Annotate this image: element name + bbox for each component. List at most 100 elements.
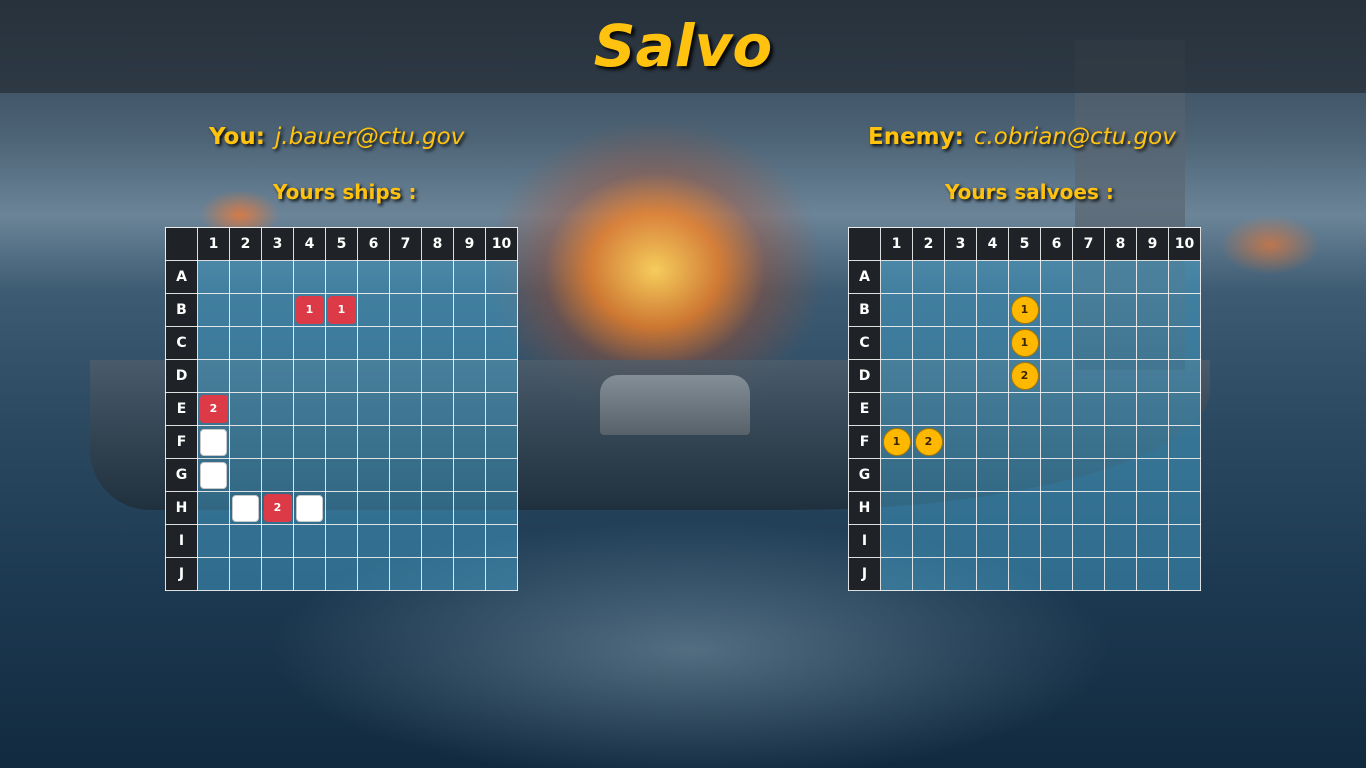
grid-cell-C7[interactable]: [389, 326, 422, 360]
grid-cell-D10[interactable]: [485, 359, 518, 393]
grid-cell-F5[interactable]: [325, 425, 358, 459]
grid-cell-A3[interactable]: [261, 260, 294, 294]
grid-cell-G2[interactable]: [912, 458, 945, 492]
grid-cell-D8[interactable]: [421, 359, 454, 393]
grid-cell-D7[interactable]: [1072, 359, 1105, 393]
grid-cell-I9[interactable]: [453, 524, 486, 558]
grid-cell-D6[interactable]: [357, 359, 390, 393]
grid-cell-B8[interactable]: [421, 293, 454, 327]
grid-cell-I9[interactable]: [1136, 524, 1169, 558]
grid-cell-B3[interactable]: [944, 293, 977, 327]
grid-cell-A2[interactable]: [229, 260, 262, 294]
grid-cell-F7[interactable]: [1072, 425, 1105, 459]
grid-cell-D9[interactable]: [453, 359, 486, 393]
grid-cell-F4[interactable]: [293, 425, 326, 459]
grid-cell-H4[interactable]: [976, 491, 1009, 525]
grid-cell-F2[interactable]: 2: [912, 425, 945, 459]
grid-cell-I5[interactable]: [1008, 524, 1041, 558]
grid-cell-I3[interactable]: [944, 524, 977, 558]
grid-cell-E4[interactable]: [293, 392, 326, 426]
grid-cell-G7[interactable]: [389, 458, 422, 492]
grid-cell-E7[interactable]: [389, 392, 422, 426]
grid-cell-J1[interactable]: [197, 557, 230, 591]
grid-cell-A8[interactable]: [421, 260, 454, 294]
grid-cell-E3[interactable]: [261, 392, 294, 426]
grid-cell-G3[interactable]: [261, 458, 294, 492]
grid-cell-B4[interactable]: [976, 293, 1009, 327]
grid-cell-H2[interactable]: [229, 491, 262, 525]
grid-cell-A7[interactable]: [389, 260, 422, 294]
grid-cell-F9[interactable]: [1136, 425, 1169, 459]
grid-cell-G9[interactable]: [453, 458, 486, 492]
grid-cell-J10[interactable]: [485, 557, 518, 591]
grid-cell-J5[interactable]: [325, 557, 358, 591]
grid-cell-I4[interactable]: [976, 524, 1009, 558]
grid-cell-G4[interactable]: [293, 458, 326, 492]
grid-cell-I3[interactable]: [261, 524, 294, 558]
grid-cell-F4[interactable]: [976, 425, 1009, 459]
grid-cell-H4[interactable]: [293, 491, 326, 525]
grid-cell-D3[interactable]: [944, 359, 977, 393]
grid-cell-E3[interactable]: [944, 392, 977, 426]
grid-cell-B9[interactable]: [1136, 293, 1169, 327]
grid-cell-B6[interactable]: [1040, 293, 1073, 327]
grid-cell-I2[interactable]: [912, 524, 945, 558]
grid-cell-C10[interactable]: [1168, 326, 1201, 360]
grid-cell-B8[interactable]: [1104, 293, 1137, 327]
grid-cell-B6[interactable]: [357, 293, 390, 327]
grid-cell-A9[interactable]: [453, 260, 486, 294]
grid-cell-B4[interactable]: 1: [293, 293, 326, 327]
grid-cell-B1[interactable]: [880, 293, 913, 327]
grid-cell-E10[interactable]: [1168, 392, 1201, 426]
grid-cell-F3[interactable]: [944, 425, 977, 459]
grid-cell-F6[interactable]: [1040, 425, 1073, 459]
grid-cell-E6[interactable]: [1040, 392, 1073, 426]
grid-cell-G1[interactable]: [880, 458, 913, 492]
grid-cell-D2[interactable]: [912, 359, 945, 393]
grid-cell-G6[interactable]: [357, 458, 390, 492]
grid-cell-E9[interactable]: [1136, 392, 1169, 426]
grid-cell-B2[interactable]: [912, 293, 945, 327]
grid-cell-I7[interactable]: [1072, 524, 1105, 558]
grid-cell-E9[interactable]: [453, 392, 486, 426]
grid-cell-B10[interactable]: [1168, 293, 1201, 327]
grid-cell-B5[interactable]: 1: [325, 293, 358, 327]
grid-cell-D3[interactable]: [261, 359, 294, 393]
grid-cell-F10[interactable]: [1168, 425, 1201, 459]
grid-cell-J3[interactable]: [261, 557, 294, 591]
grid-cell-H1[interactable]: [197, 491, 230, 525]
grid-cell-D4[interactable]: [293, 359, 326, 393]
grid-cell-E7[interactable]: [1072, 392, 1105, 426]
grid-cell-A4[interactable]: [976, 260, 1009, 294]
grid-cell-D4[interactable]: [976, 359, 1009, 393]
grid-cell-G10[interactable]: [485, 458, 518, 492]
grid-cell-H8[interactable]: [421, 491, 454, 525]
grid-cell-I1[interactable]: [880, 524, 913, 558]
grid-cell-A8[interactable]: [1104, 260, 1137, 294]
grid-cell-A6[interactable]: [357, 260, 390, 294]
grid-cell-C3[interactable]: [944, 326, 977, 360]
grid-cell-A5[interactable]: [1008, 260, 1041, 294]
grid-cell-J4[interactable]: [976, 557, 1009, 591]
grid-cell-G6[interactable]: [1040, 458, 1073, 492]
grid-cell-F9[interactable]: [453, 425, 486, 459]
grid-cell-F5[interactable]: [1008, 425, 1041, 459]
grid-cell-F8[interactable]: [1104, 425, 1137, 459]
grid-cell-E4[interactable]: [976, 392, 1009, 426]
grid-cell-D1[interactable]: [197, 359, 230, 393]
grid-cell-H6[interactable]: [1040, 491, 1073, 525]
grid-cell-D9[interactable]: [1136, 359, 1169, 393]
grid-cell-J6[interactable]: [1040, 557, 1073, 591]
grid-cell-I10[interactable]: [1168, 524, 1201, 558]
grid-cell-I8[interactable]: [421, 524, 454, 558]
grid-cell-C8[interactable]: [1104, 326, 1137, 360]
grid-cell-B7[interactable]: [1072, 293, 1105, 327]
grid-cell-H10[interactable]: [1168, 491, 1201, 525]
grid-cell-A9[interactable]: [1136, 260, 1169, 294]
grid-cell-A6[interactable]: [1040, 260, 1073, 294]
grid-cell-I7[interactable]: [389, 524, 422, 558]
grid-cell-H1[interactable]: [880, 491, 913, 525]
grid-cell-C6[interactable]: [357, 326, 390, 360]
grid-cell-A7[interactable]: [1072, 260, 1105, 294]
grid-cell-C6[interactable]: [1040, 326, 1073, 360]
